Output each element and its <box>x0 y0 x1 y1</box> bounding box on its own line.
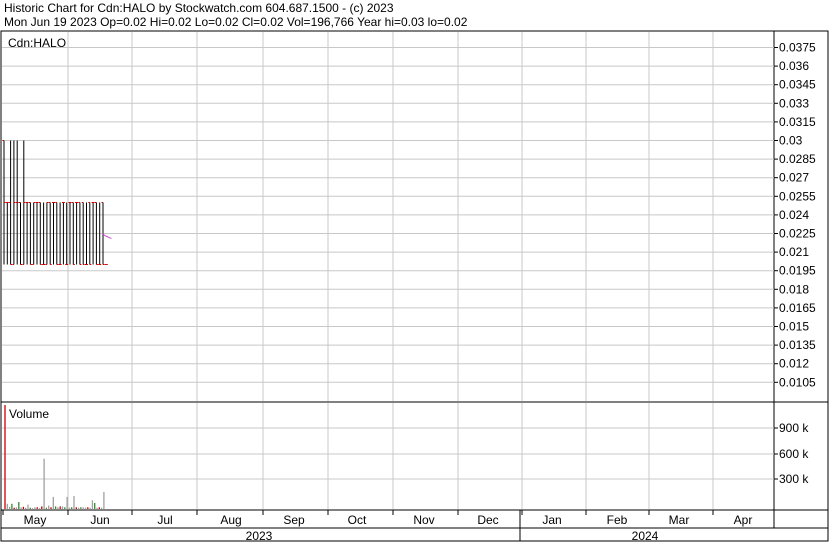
month-label: Mar <box>669 513 690 527</box>
stock-chart: Cdn:HALO 0.0375 0.036 0.0345 0.033 0.0315 0.0… <box>0 30 829 543</box>
month-label: Dec <box>477 513 498 527</box>
price-y-tick-label: 0.0345 <box>779 78 816 92</box>
price-panel-title: Cdn:HALO <box>8 36 66 50</box>
month-label: Apr <box>734 513 753 527</box>
price-y-tick-label: 0.0105 <box>779 375 816 389</box>
price-y-tick-label: 0.027 <box>779 171 809 185</box>
month-label: Jan <box>542 513 561 527</box>
month-label: May <box>24 513 47 527</box>
price-y-tick-label: 0.033 <box>779 96 809 110</box>
price-y-tick-label: 0.0255 <box>779 189 816 203</box>
month-label: Aug <box>220 513 241 527</box>
price-y-tick-label: 0.018 <box>779 282 809 296</box>
price-y-tick-label: 0.021 <box>779 245 809 259</box>
volume-y-tick-label: 600 k <box>779 447 809 461</box>
price-y-tick-label: 0.0225 <box>779 227 816 241</box>
month-label: Sep <box>283 513 305 527</box>
month-label: Nov <box>413 513 434 527</box>
price-y-tick-label: 0.0195 <box>779 264 816 278</box>
volume-y-tick-label: 300 k <box>779 472 809 486</box>
volume-panel-title: Volume <box>9 407 49 421</box>
volume-y-axis: 900 k 600 k 300 k <box>774 421 809 486</box>
price-y-tick-label: 0.012 <box>779 357 809 371</box>
year-label: 2023 <box>246 529 273 543</box>
price-panel: Cdn:HALO 0.0375 0.036 0.0345 0.033 0.0315 0.0… <box>0 30 829 403</box>
price-y-tick-label: 0.0165 <box>779 301 816 315</box>
month-label: Feb <box>607 513 628 527</box>
month-label: Jun <box>90 513 109 527</box>
x-axis-panel: May Jun Jul Aug Sep Oct Nov Dec Jan Feb Mar Apr 202… <box>0 509 829 543</box>
price-y-tick-label: 0.0375 <box>779 41 816 55</box>
price-y-tick-label: 0.0285 <box>779 152 816 166</box>
month-label: Oct <box>348 513 367 527</box>
price-y-tick-label: 0.0135 <box>779 338 816 352</box>
price-y-tick-label: 0.024 <box>779 208 809 222</box>
price-y-tick-label: 0.03 <box>779 134 803 148</box>
month-label: Jul <box>157 513 172 527</box>
volume-y-tick-label: 900 k <box>779 421 809 435</box>
year-label: 2024 <box>632 529 659 543</box>
volume-panel: Volume 900 k 600 k 300 k <box>0 401 829 511</box>
price-y-tick-label: 0.015 <box>779 320 809 334</box>
price-y-tick-label: 0.0315 <box>779 115 816 129</box>
price-y-tick-label: 0.036 <box>779 59 809 73</box>
